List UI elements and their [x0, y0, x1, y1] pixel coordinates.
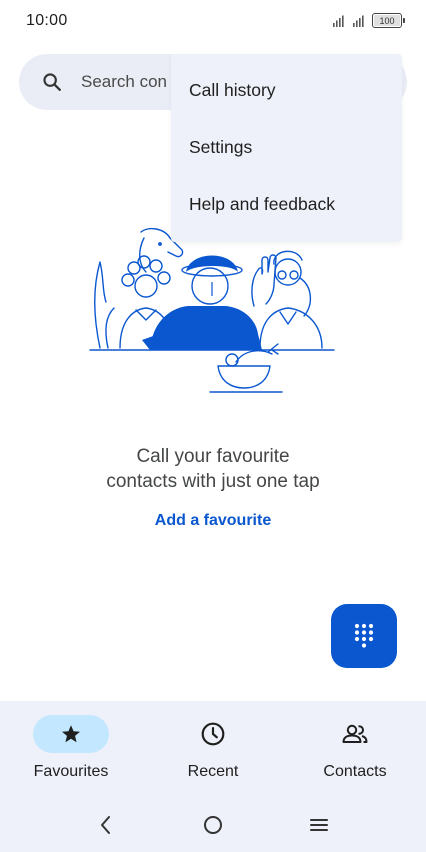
status-icons: 100	[332, 13, 405, 28]
battery-level: 100	[379, 15, 395, 26]
nav-label-recent: Recent	[187, 763, 239, 780]
battery-icon: 100	[372, 13, 405, 28]
phone-screen: 10:00 100 Search con Call your favourite…	[0, 0, 426, 852]
dialpad-button[interactable]	[331, 604, 397, 668]
system-navigation	[0, 811, 426, 839]
clock-icon	[201, 722, 225, 746]
recent-indicator	[175, 715, 251, 753]
home-icon	[204, 816, 222, 834]
bottom-navigation: Favourites Recent Contacts	[0, 701, 426, 852]
star-icon	[62, 725, 80, 743]
empty-state-line-1: Call your favourite	[136, 446, 290, 467]
signal-icon	[333, 15, 344, 27]
favourites-active-indicator	[33, 715, 109, 753]
favourites-illustration	[89, 227, 335, 393]
nav-item-recent[interactable]: Recent	[143, 715, 283, 781]
dialpad-icon	[354, 623, 374, 648]
search-placeholder: Search con	[81, 72, 167, 91]
people-icon	[342, 724, 368, 743]
menu-item-call-history[interactable]: Call history	[171, 62, 402, 119]
nav-label-favourites: Favourites	[33, 763, 109, 780]
home-button[interactable]	[199, 811, 227, 839]
search-icon	[43, 73, 61, 91]
nav-label-contacts: Contacts	[323, 763, 387, 780]
menu-item-settings[interactable]: Settings	[171, 119, 402, 176]
overflow-menu: Call history Settings Help and feedback	[171, 54, 402, 242]
signal-icon-2	[353, 15, 364, 27]
status-time: 10:00	[26, 12, 68, 29]
nav-item-contacts[interactable]: Contacts	[285, 715, 425, 781]
back-button[interactable]	[92, 811, 120, 839]
nav-item-favourites[interactable]: Favourites	[1, 715, 141, 781]
menu-item-help-and-feedback[interactable]: Help and feedback	[171, 176, 402, 233]
contacts-indicator	[317, 715, 393, 753]
back-icon	[101, 816, 110, 834]
empty-state-message: Call your favourite contacts with just o…	[0, 444, 426, 494]
status-bar: 10:00 100	[0, 0, 426, 44]
empty-state-line-2: contacts with just one tap	[106, 471, 320, 492]
recents-menu-button[interactable]	[305, 811, 333, 839]
add-favourite-link[interactable]: Add a favourite	[0, 512, 426, 530]
recents-menu-icon	[310, 819, 328, 831]
